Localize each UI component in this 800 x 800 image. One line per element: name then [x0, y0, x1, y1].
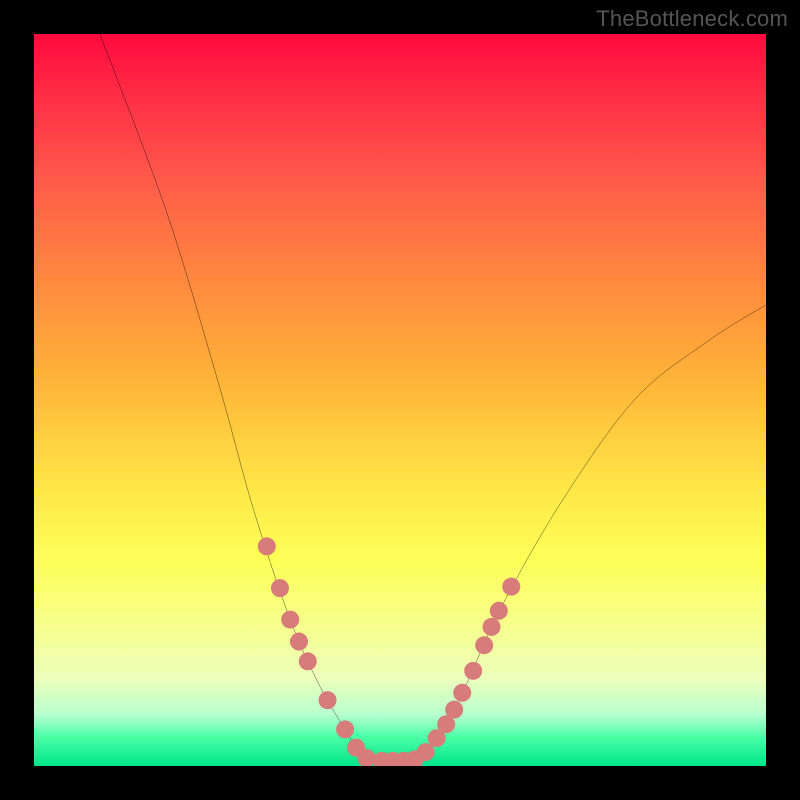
data-marker [445, 701, 463, 719]
data-marker [290, 633, 308, 651]
watermark-text: TheBottleneck.com [596, 6, 788, 32]
data-markers [258, 537, 520, 766]
data-marker [258, 537, 276, 555]
data-marker [502, 578, 520, 596]
data-marker [319, 691, 337, 709]
data-marker [490, 602, 508, 620]
data-marker [281, 611, 299, 629]
plot-area [34, 34, 766, 766]
curve-layer [34, 34, 766, 766]
data-marker [299, 652, 317, 670]
chart-frame: TheBottleneck.com [0, 0, 800, 800]
data-marker [464, 662, 482, 680]
data-marker [336, 720, 354, 738]
data-marker [271, 579, 289, 597]
bottleneck-curve [100, 34, 766, 761]
data-marker [453, 684, 471, 702]
data-marker [475, 636, 493, 654]
data-marker [482, 618, 500, 636]
